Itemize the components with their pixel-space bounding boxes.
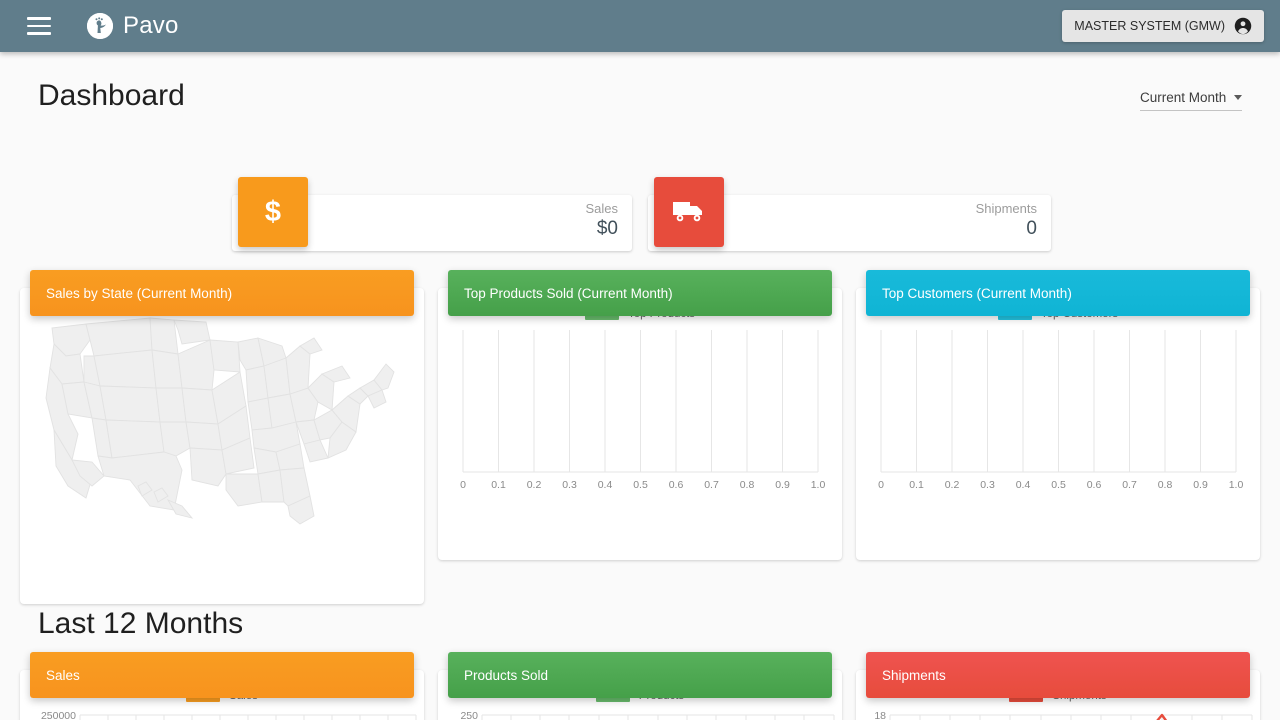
svg-text:0.1: 0.1 <box>909 479 924 491</box>
chart-products-12-months[interactable]: 250 200 <box>438 702 842 720</box>
svg-text:0: 0 <box>460 479 466 491</box>
kpi-card-sales[interactable]: $ Sales $0 <box>232 195 632 251</box>
peacock-logo-icon <box>87 13 113 39</box>
user-account-button[interactable]: MASTER SYSTEM (GMW) <box>1062 10 1264 42</box>
svg-text:1.0: 1.0 <box>1229 479 1244 491</box>
chart-shipments-12-months[interactable]: 18 16 14 <box>856 702 1260 720</box>
panel-top-products-header: Top Products Sold (Current Month) <box>448 270 832 316</box>
panel-top-customers-header: Top Customers (Current Month) <box>866 270 1250 316</box>
hamburger-menu-icon[interactable] <box>27 17 51 35</box>
us-states-map[interactable] <box>20 288 424 542</box>
kpi-sales-label: Sales <box>585 200 618 217</box>
panel-sales-by-state-title: Sales by State (Current Month) <box>46 286 232 301</box>
svg-text:0.1: 0.1 <box>491 479 506 491</box>
period-dropdown[interactable]: Current Month <box>1140 90 1242 111</box>
period-dropdown-label: Current Month <box>1140 90 1226 105</box>
panel-top-customers-body: Top Customers 00. <box>856 288 1260 560</box>
user-account-label: MASTER SYSTEM (GMW) <box>1074 19 1225 33</box>
chart-sales-12-months[interactable]: 250000 200000 <box>20 702 424 720</box>
app-bar: Pavo MASTER SYSTEM (GMW) <box>0 0 1280 52</box>
svg-text:0.6: 0.6 <box>669 479 684 491</box>
panel-shipments-12-months-title: Shipments <box>882 668 946 683</box>
svg-text:0.6: 0.6 <box>1087 479 1102 491</box>
svg-text:0.3: 0.3 <box>562 479 577 491</box>
svg-text:0.5: 0.5 <box>633 479 648 491</box>
kpi-shipments-label: Shipments <box>976 200 1037 217</box>
kpi-shipments-text: Shipments 0 <box>976 200 1037 241</box>
y-tick: 18 <box>874 710 886 720</box>
svg-text:0.5: 0.5 <box>1051 479 1066 491</box>
y-tick: 250000 <box>41 710 76 720</box>
svg-text:0.4: 0.4 <box>598 479 613 491</box>
panel-shipments-12-months-header: Shipments <box>866 652 1250 698</box>
chart-top-products[interactable]: 0 0.1 0.2 0.3 0.4 0.5 0.6 0.7 0.8 0.9 1.0 <box>438 320 842 510</box>
panel-top-customers-title: Top Customers (Current Month) <box>882 286 1072 301</box>
svg-text:0.4: 0.4 <box>1016 479 1031 491</box>
svg-text:0.7: 0.7 <box>704 479 719 491</box>
svg-text:0.8: 0.8 <box>1158 479 1173 491</box>
svg-text:0.2: 0.2 <box>945 479 960 491</box>
account-circle-icon <box>1234 17 1252 35</box>
svg-text:0.3: 0.3 <box>980 479 995 491</box>
svg-text:0.8: 0.8 <box>740 479 755 491</box>
panel-products-12-months-header: Products Sold <box>448 652 832 698</box>
dollar-glyph: $ <box>265 196 281 229</box>
panel-top-products-body: Top Products 00.1 <box>438 288 842 560</box>
y-tick: 250 <box>460 710 478 720</box>
svg-text:1.0: 1.0 <box>811 479 826 491</box>
svg-text:0: 0 <box>878 479 884 491</box>
panel-sales-by-state-body <box>20 288 424 604</box>
chevron-down-icon <box>1234 95 1242 100</box>
truck-icon <box>654 177 724 247</box>
brand-logo[interactable]: Pavo <box>87 12 179 40</box>
dollar-icon: $ <box>238 177 308 247</box>
dashboard-page: Dashboard Current Month $ Sales $0 Shipm <box>0 52 1280 720</box>
kpi-card-shipments[interactable]: Shipments 0 <box>648 195 1051 251</box>
svg-text:0.2: 0.2 <box>527 479 542 491</box>
kpi-shipments-value: 0 <box>976 217 1037 241</box>
panel-products-12-months-title: Products Sold <box>464 668 548 683</box>
chart-top-customers[interactable]: 0 0.1 0.2 0.3 0.4 0.5 0.6 0.7 0.8 0.9 1.0 <box>856 320 1260 510</box>
page-title: Dashboard <box>38 79 185 113</box>
panel-sales-by-state-header: Sales by State (Current Month) <box>30 270 414 316</box>
panel-sales-12-months-title: Sales <box>46 668 80 683</box>
svg-text:0.9: 0.9 <box>775 479 790 491</box>
svg-text:0.9: 0.9 <box>1193 479 1208 491</box>
panel-top-products-title: Top Products Sold (Current Month) <box>464 286 673 301</box>
kpi-sales-text: Sales $0 <box>585 200 618 241</box>
section-title-last-12-months: Last 12 Months <box>38 607 243 641</box>
svg-text:0.7: 0.7 <box>1122 479 1137 491</box>
kpi-sales-value: $0 <box>585 217 618 241</box>
panel-sales-12-months-header: Sales <box>30 652 414 698</box>
brand-name: Pavo <box>123 12 179 40</box>
